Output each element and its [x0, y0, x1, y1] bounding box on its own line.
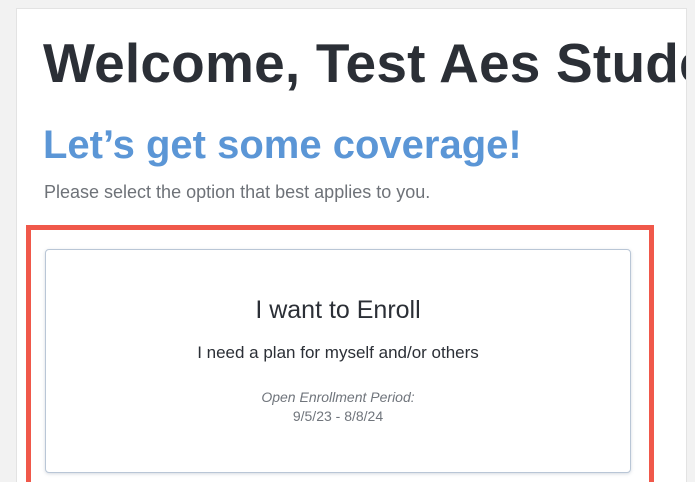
enrollment-page: Welcome, Test Aes Student Let’s get some…	[16, 8, 687, 482]
coverage-subtitle: Let’s get some coverage!	[43, 123, 522, 167]
welcome-heading: Welcome, Test Aes Student	[43, 32, 686, 94]
enrollment-period-dates: 9/5/23 - 8/8/24	[292, 408, 384, 424]
instructions-text: Please select the option that best appli…	[44, 182, 431, 202]
enroll-card-title: I want to Enroll	[255, 296, 421, 324]
enrollment-period-label: Open Enrollment Period:	[261, 389, 415, 405]
enroll-card-description: I need a plan for myself and/or others	[197, 343, 479, 362]
enroll-option-card[interactable]: I want to Enroll I need a plan for mysel…	[45, 249, 631, 473]
